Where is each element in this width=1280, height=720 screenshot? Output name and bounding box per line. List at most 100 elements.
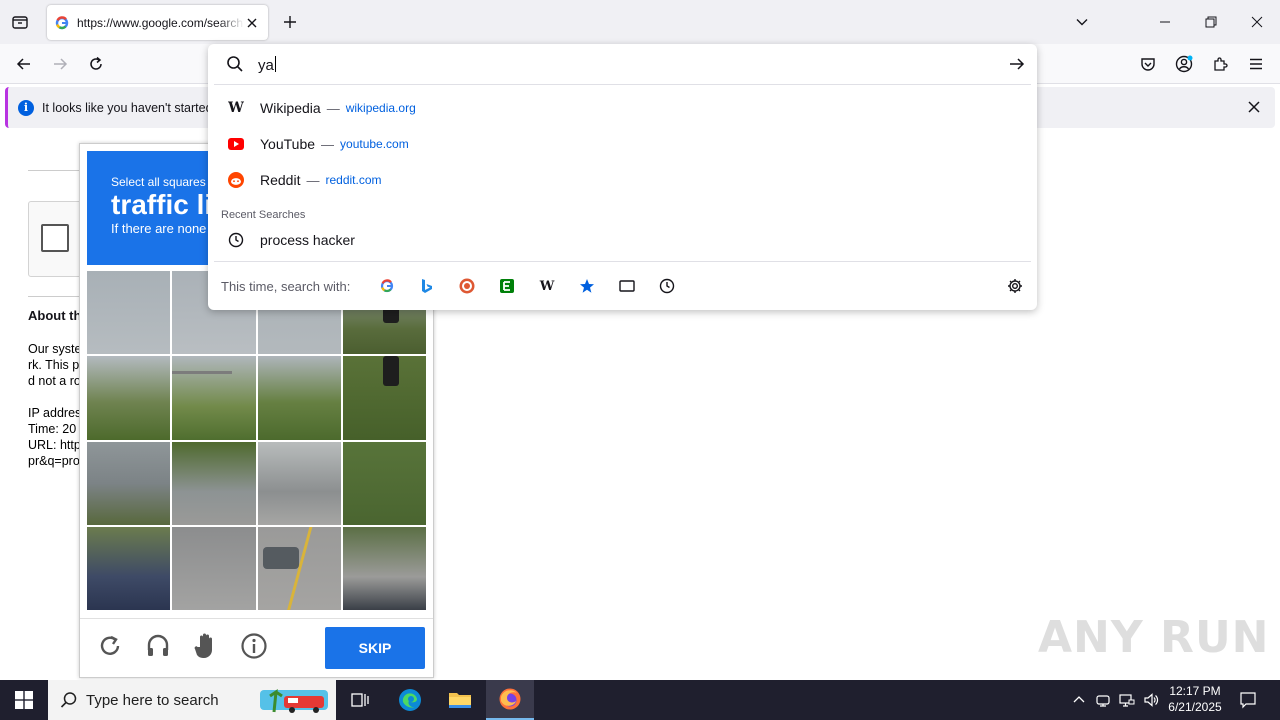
captcha-hand-button[interactable] <box>191 631 221 661</box>
skip-button[interactable]: SKIP <box>325 627 425 669</box>
tab-strip: https://www.google.com/search?q= <box>0 0 1280 44</box>
forward-arrow-icon <box>54 58 68 70</box>
taskbar-clock[interactable]: 12:17 PM 6/21/2025 <box>1164 683 1226 715</box>
chevron-down-icon <box>1076 19 1088 26</box>
device-tray-button[interactable] <box>1093 690 1113 710</box>
tab-list-button[interactable] <box>8 10 32 34</box>
divider <box>214 84 1031 85</box>
suggestion-name: Wikipedia <box>260 100 321 116</box>
captcha-tile[interactable] <box>87 526 171 610</box>
captcha-tile[interactable] <box>257 526 341 610</box>
edge-taskbar-button[interactable] <box>386 680 434 720</box>
firefox-taskbar-button[interactable] <box>486 680 534 720</box>
recent-search-text: process hacker <box>260 232 355 248</box>
speaker-icon <box>1144 693 1159 707</box>
tab-title: https://www.google.com/search?q= <box>77 15 244 30</box>
search-icon <box>60 692 77 708</box>
address-bar[interactable]: ya <box>208 44 1037 84</box>
windows-logo-icon <box>15 691 33 709</box>
folder-icon <box>449 693 471 708</box>
active-tab[interactable]: https://www.google.com/search?q= <box>47 5 268 40</box>
captcha-audio-button[interactable] <box>143 631 173 661</box>
duckduckgo-engine-button[interactable] <box>458 277 476 295</box>
account-icon <box>1175 55 1193 73</box>
plus-icon <box>284 16 296 28</box>
recaptcha-checkbox[interactable] <box>41 224 69 252</box>
reload-icon <box>90 56 102 70</box>
captcha-info-button[interactable] <box>239 631 269 661</box>
separator: — <box>321 136 335 152</box>
network-button[interactable] <box>1117 690 1137 710</box>
info-icon <box>241 633 267 659</box>
captcha-tile[interactable] <box>172 441 256 525</box>
notification-close-button[interactable] <box>1245 98 1263 116</box>
go-button[interactable] <box>1007 54 1027 74</box>
menu-button[interactable] <box>1244 52 1268 76</box>
info-text-line: rk. This p <box>28 358 80 372</box>
tabs-button[interactable] <box>618 277 636 295</box>
captcha-footer: SKIP <box>80 618 433 678</box>
close-window-button[interactable] <box>1242 8 1272 36</box>
windows-taskbar: Type here to search 12:17 PM 6/21/2025 <box>0 680 1280 720</box>
back-button[interactable] <box>12 52 36 76</box>
recent-search-row[interactable]: process hacker <box>214 222 1031 258</box>
taskbar-search-box[interactable]: Type here to search <box>48 680 336 720</box>
task-view-button[interactable] <box>336 680 384 720</box>
ecosia-engine-button[interactable] <box>498 277 516 295</box>
firefox-icon <box>499 688 521 710</box>
suggestion-row[interactable]: W Wikipedia — wikipedia.org <box>214 90 1031 126</box>
suggestion-row[interactable]: Reddit — reddit.com <box>214 162 1031 198</box>
suggestion-name: YouTube <box>260 136 316 152</box>
extensions-button[interactable] <box>1208 52 1232 76</box>
reload-button[interactable] <box>84 52 108 76</box>
show-hidden-icons-button[interactable] <box>1069 690 1089 710</box>
captcha-reload-button[interactable] <box>95 631 125 661</box>
pocket-icon <box>1141 58 1155 71</box>
captcha-tile[interactable] <box>172 526 256 610</box>
search-highlight-icon <box>260 688 328 713</box>
captcha-tile[interactable] <box>342 441 426 525</box>
pocket-button[interactable] <box>1136 52 1160 76</box>
captcha-tile[interactable] <box>342 356 426 440</box>
restore-button[interactable] <box>1196 8 1226 36</box>
list-all-tabs-button[interactable] <box>1072 12 1092 32</box>
new-tab-button[interactable] <box>280 12 300 32</box>
address-input[interactable]: ya <box>258 56 276 74</box>
account-button[interactable] <box>1172 52 1196 76</box>
reddit-icon <box>228 172 244 188</box>
file-explorer-button[interactable] <box>436 680 484 720</box>
bing-engine-button[interactable] <box>418 277 436 295</box>
one-off-search-bar: This time, search with: W <box>208 270 1037 302</box>
captcha-tile[interactable] <box>257 441 341 525</box>
captcha-tile[interactable] <box>87 441 171 525</box>
tab-icon <box>619 280 635 292</box>
action-center-button[interactable] <box>1238 690 1258 710</box>
suggestion-url: reddit.com <box>325 173 382 187</box>
notification-text: It looks like you haven't started <box>42 100 213 115</box>
google-engine-button[interactable] <box>378 277 396 295</box>
history-button[interactable] <box>658 277 676 295</box>
captcha-tile[interactable] <box>87 356 171 440</box>
bookmarks-button[interactable] <box>578 277 596 295</box>
search-settings-button[interactable] <box>1006 277 1024 295</box>
minimize-button[interactable] <box>1150 8 1180 36</box>
close-icon <box>1251 16 1263 28</box>
tab-close-button[interactable] <box>244 15 260 31</box>
address-input-value: ya <box>258 57 274 74</box>
captcha-tile[interactable] <box>87 271 171 355</box>
wikipedia-engine-button[interactable]: W <box>538 277 556 295</box>
divider <box>214 261 1031 262</box>
captcha-tile[interactable] <box>342 526 426 610</box>
star-icon <box>580 279 594 293</box>
captcha-tile[interactable] <box>172 356 256 440</box>
chevron-up-icon <box>1073 696 1085 703</box>
suggestion-row[interactable]: YouTube — youtube.com <box>214 126 1031 162</box>
forward-button[interactable] <box>48 52 72 76</box>
volume-button[interactable] <box>1141 690 1161 710</box>
start-button[interactable] <box>0 680 48 720</box>
task-view-icon <box>351 693 369 707</box>
info-text-line: pr&q=pro <box>28 454 80 468</box>
gear-icon <box>1008 279 1022 293</box>
captcha-tile[interactable] <box>257 356 341 440</box>
clock-icon <box>659 278 675 294</box>
